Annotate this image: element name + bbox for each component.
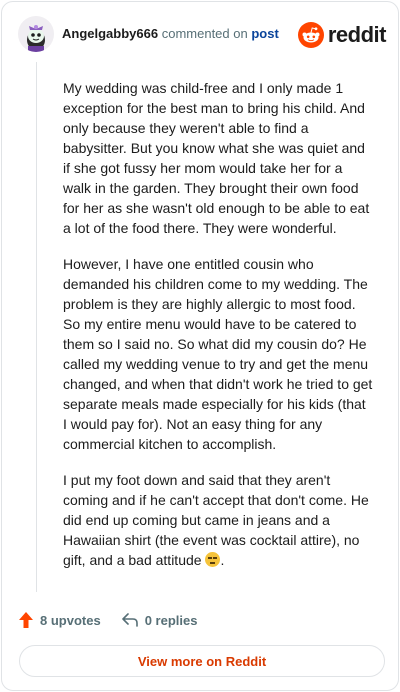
upvote-button[interactable]: 8 upvotes (18, 611, 101, 629)
comment-byline: Angelgabby666 commented on post (62, 26, 279, 41)
reply-count: 0 replies (144, 612, 198, 628)
upvote-count: 8 upvotes (40, 612, 101, 628)
reply-arrow-icon (121, 613, 138, 627)
comment-paragraph: My wedding was child-free and I only mad… (63, 80, 370, 236)
reply-button[interactable]: 0 replies (121, 612, 198, 628)
upvote-arrow-icon (19, 612, 33, 628)
view-more-button[interactable]: View more on Reddit (19, 645, 385, 677)
post-link[interactable]: post (251, 26, 278, 41)
byline-action-text: commented on (161, 26, 248, 41)
reddit-wordmark: reddit (327, 22, 387, 47)
trailing-period: . (220, 552, 225, 568)
comment-body: My wedding was child-free and I only mad… (63, 78, 373, 586)
comment-actions: 8 upvotes 0 replies (18, 610, 197, 630)
thread-line (36, 62, 37, 592)
comment-header: Angelgabby666 commented on post reddit (18, 16, 387, 52)
unamused-face-emoji (205, 552, 221, 567)
comment-paragraph: However, I have one entitled cousin who … (63, 256, 373, 452)
comment-embed-card: Angelgabby666 commented on post reddit M… (1, 1, 399, 691)
username-link[interactable]: Angelgabby666 (62, 26, 158, 41)
reddit-logo-icon (297, 22, 324, 48)
reddit-brand-link[interactable]: reddit (297, 22, 387, 48)
snoo-avatar-icon[interactable] (18, 16, 54, 52)
comment-paragraph-last: I put my foot down and said that they ar… (63, 470, 373, 570)
